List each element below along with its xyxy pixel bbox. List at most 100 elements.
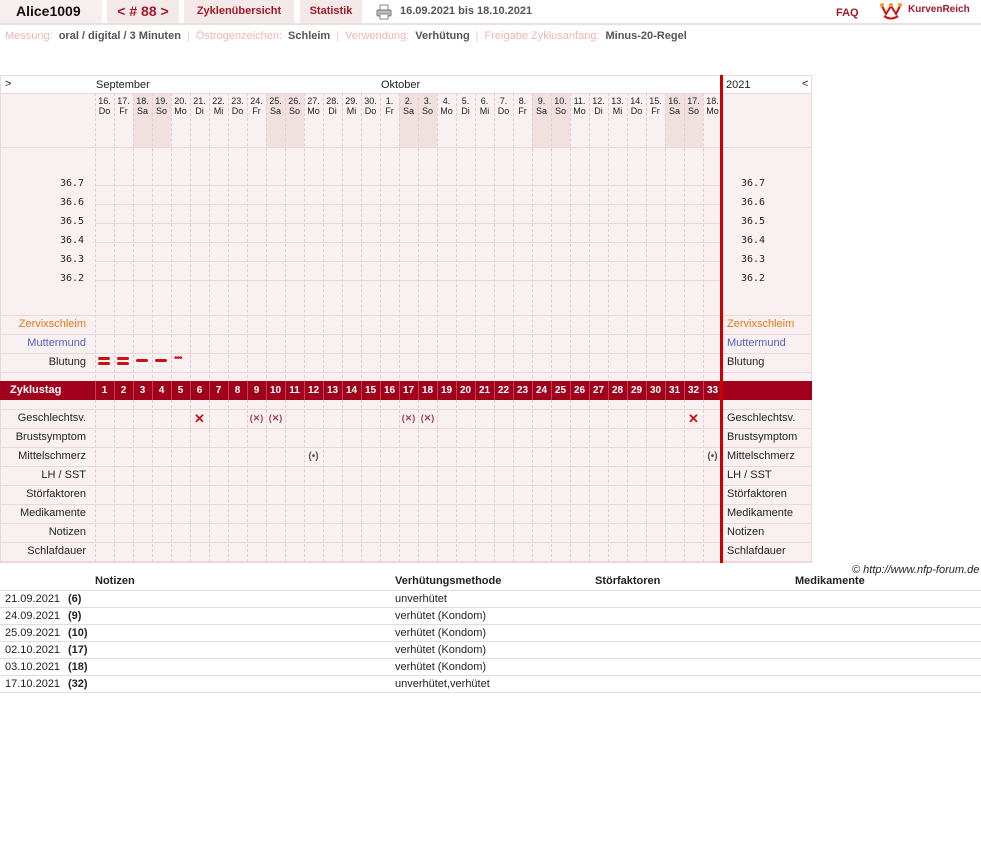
day-column-line (437, 93, 438, 383)
cycle-selector[interactable]: < # 88 > (107, 0, 179, 23)
weekday-label: Di (461, 106, 470, 116)
grid-line (0, 334, 812, 335)
row-label: Medikamente (19, 507, 86, 519)
chart-nav-left[interactable]: > (5, 78, 11, 90)
grid-line (0, 315, 812, 316)
bleeding-mark (98, 357, 111, 367)
day-column-line (399, 93, 400, 383)
kurvenreich-logo-icon[interactable] (880, 2, 902, 20)
chart-background (0, 75, 812, 563)
day-column-line (266, 93, 267, 383)
cycle-day-number: 32 (687, 385, 700, 396)
day-column-line (152, 93, 153, 383)
grid-line (0, 504, 812, 505)
tab-statistics[interactable]: Statistik (300, 0, 362, 23)
day-column-line (703, 93, 704, 383)
day-label: 9. (537, 96, 546, 106)
faq-link[interactable]: FAQ (836, 2, 859, 25)
copyright: © http://www.nfp-forum.de (852, 564, 980, 576)
day-label: 13. (611, 96, 624, 106)
grid-line (0, 466, 812, 467)
row-label: Störfaktoren (26, 488, 86, 500)
cycle-day-number: 5 (177, 385, 184, 396)
grid-line (0, 372, 812, 373)
weekday-label: Do (98, 106, 111, 116)
chart-nav-right[interactable]: < (802, 78, 808, 90)
cycle-day-divider (532, 381, 533, 400)
row-label-right: Schlafdauer (727, 545, 786, 557)
cycle-day-divider (646, 381, 647, 400)
cycle-day-number: 3 (139, 385, 146, 396)
grid-line (0, 523, 812, 524)
cycle-day-divider (152, 381, 153, 400)
row-label-right: Medikamente (727, 507, 794, 519)
grid-line (0, 93, 812, 94)
notes-date: 17.10.2021 (5, 678, 61, 690)
cycle-day-number: 25 (554, 385, 567, 396)
day-column-line (323, 400, 324, 562)
weekday-label: Sa (136, 106, 148, 116)
day-column-line (513, 400, 514, 562)
day-label: 10. (554, 96, 567, 106)
day-column-line (133, 93, 134, 383)
cycle-day-number: 7 (215, 385, 222, 396)
cycle-day-divider (285, 381, 286, 400)
day-column-line (133, 400, 134, 562)
temp-tick-right: 36.6 (741, 197, 766, 208)
weekday-label: Fr (385, 106, 394, 116)
notes-cycle-day: (9) (68, 610, 82, 622)
cycle-day-number: 28 (611, 385, 624, 396)
day-label: 5. (461, 96, 470, 106)
day-column-line (646, 93, 647, 383)
day-column-line (228, 400, 229, 562)
day-column-line (418, 93, 419, 383)
temp-tick-left: 36.4 (60, 235, 85, 246)
cycle-info-line: Messung: oral / digital / 3 Minuten | Östro… (5, 30, 687, 42)
weekday-label: Di (328, 106, 337, 116)
day-column-line (456, 93, 457, 383)
notes-date: 03.10.2021 (5, 661, 61, 673)
printer-icon[interactable] (376, 4, 392, 20)
cycle-day-divider (703, 381, 704, 400)
tab-cycle-overview[interactable]: Zyklenübersicht (184, 0, 294, 23)
cycle-day-number: 4 (158, 385, 165, 396)
grid-line (0, 147, 812, 148)
cycle-day-divider (114, 381, 115, 400)
cycle-day-number: 23 (516, 385, 529, 396)
cycle-day-divider (133, 381, 134, 400)
notes-header: Störfaktoren (595, 575, 661, 587)
day-label: 12. (592, 96, 605, 106)
day-column-line (323, 93, 324, 383)
cycle-day-divider (475, 381, 476, 400)
weekday-label: Di (594, 106, 603, 116)
day-label: 16. (668, 96, 681, 106)
intercourse-mark: ✕ (688, 411, 699, 426)
row-label-zervixschleim: Zervixschleim (18, 318, 86, 330)
day-column-line (532, 93, 533, 383)
notes-header: Medikamente (795, 575, 865, 587)
day-column-line (171, 93, 172, 383)
info-separator: | (336, 30, 340, 42)
row-label-right: LH / SST (727, 469, 772, 481)
cycle-day-divider (171, 381, 172, 400)
bleeding-bar (98, 357, 110, 360)
cycle-day-divider (304, 381, 305, 400)
bleeding-dots: ••• (174, 353, 182, 364)
day-label: 4. (442, 96, 451, 106)
cycle-day-divider (209, 381, 210, 400)
weekday-label: Do (497, 106, 510, 116)
brand-name[interactable]: KurvenReich (908, 0, 970, 20)
day-column-line (380, 400, 381, 562)
weekday-label: Do (364, 106, 377, 116)
notes-method: unverhütet,verhütet (395, 678, 490, 690)
cycle-day-divider (380, 381, 381, 400)
weekday-label: Do (630, 106, 643, 116)
weekday-label: Fr (651, 106, 660, 116)
cycle-day-divider (589, 381, 590, 400)
intercourse-mark: (✕) (401, 413, 416, 423)
day-column-line (304, 93, 305, 383)
header-divider (0, 23, 981, 25)
weekday-label: Mi (213, 106, 224, 116)
temp-tick-right: 36.7 (741, 178, 766, 189)
row-label-right: Notizen (727, 526, 765, 538)
